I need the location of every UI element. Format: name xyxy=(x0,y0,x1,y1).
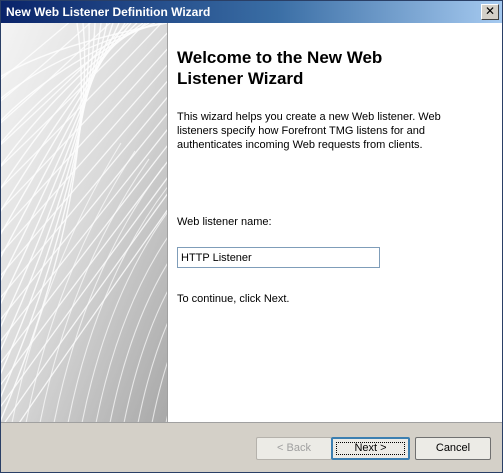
close-button[interactable]: ✕ xyxy=(481,4,499,20)
curved-grid-graphic xyxy=(1,23,167,422)
listener-name-label: Web listener name: xyxy=(177,216,272,228)
heading-line-2: Listener Wizard xyxy=(177,69,304,88)
continue-instruction: To continue, click Next. xyxy=(177,293,290,305)
description-line-3: authenticates incoming Web requests from… xyxy=(177,139,423,151)
title-bar[interactable]: New Web Listener Definition Wizard ✕ xyxy=(1,1,502,23)
description-line-1: This wizard helps you create a new Web l… xyxy=(177,111,441,123)
next-button[interactable]: Next > xyxy=(331,437,410,460)
wizard-window: New Web Listener Definition Wizard ✕ Wel… xyxy=(0,0,503,473)
cancel-button[interactable]: Cancel xyxy=(415,437,491,460)
wizard-side-graphic xyxy=(1,23,168,422)
wizard-heading: Welcome to the New Web Listener Wizard xyxy=(177,47,477,89)
wizard-description: This wizard helps you create a new Web l… xyxy=(177,110,457,152)
description-line-2: listeners specify how Forefront TMG list… xyxy=(177,125,426,137)
wizard-button-bar: < Back Next > Cancel xyxy=(1,422,502,472)
wizard-content: Welcome to the New Web Listener Wizard T… xyxy=(168,23,502,422)
close-icon: ✕ xyxy=(484,4,496,18)
focus-rectangle xyxy=(336,442,405,455)
heading-line-1: Welcome to the New Web xyxy=(177,48,383,67)
listener-name-input[interactable] xyxy=(177,247,380,268)
window-title: New Web Listener Definition Wizard xyxy=(6,5,211,19)
back-button[interactable]: < Back xyxy=(256,437,332,460)
